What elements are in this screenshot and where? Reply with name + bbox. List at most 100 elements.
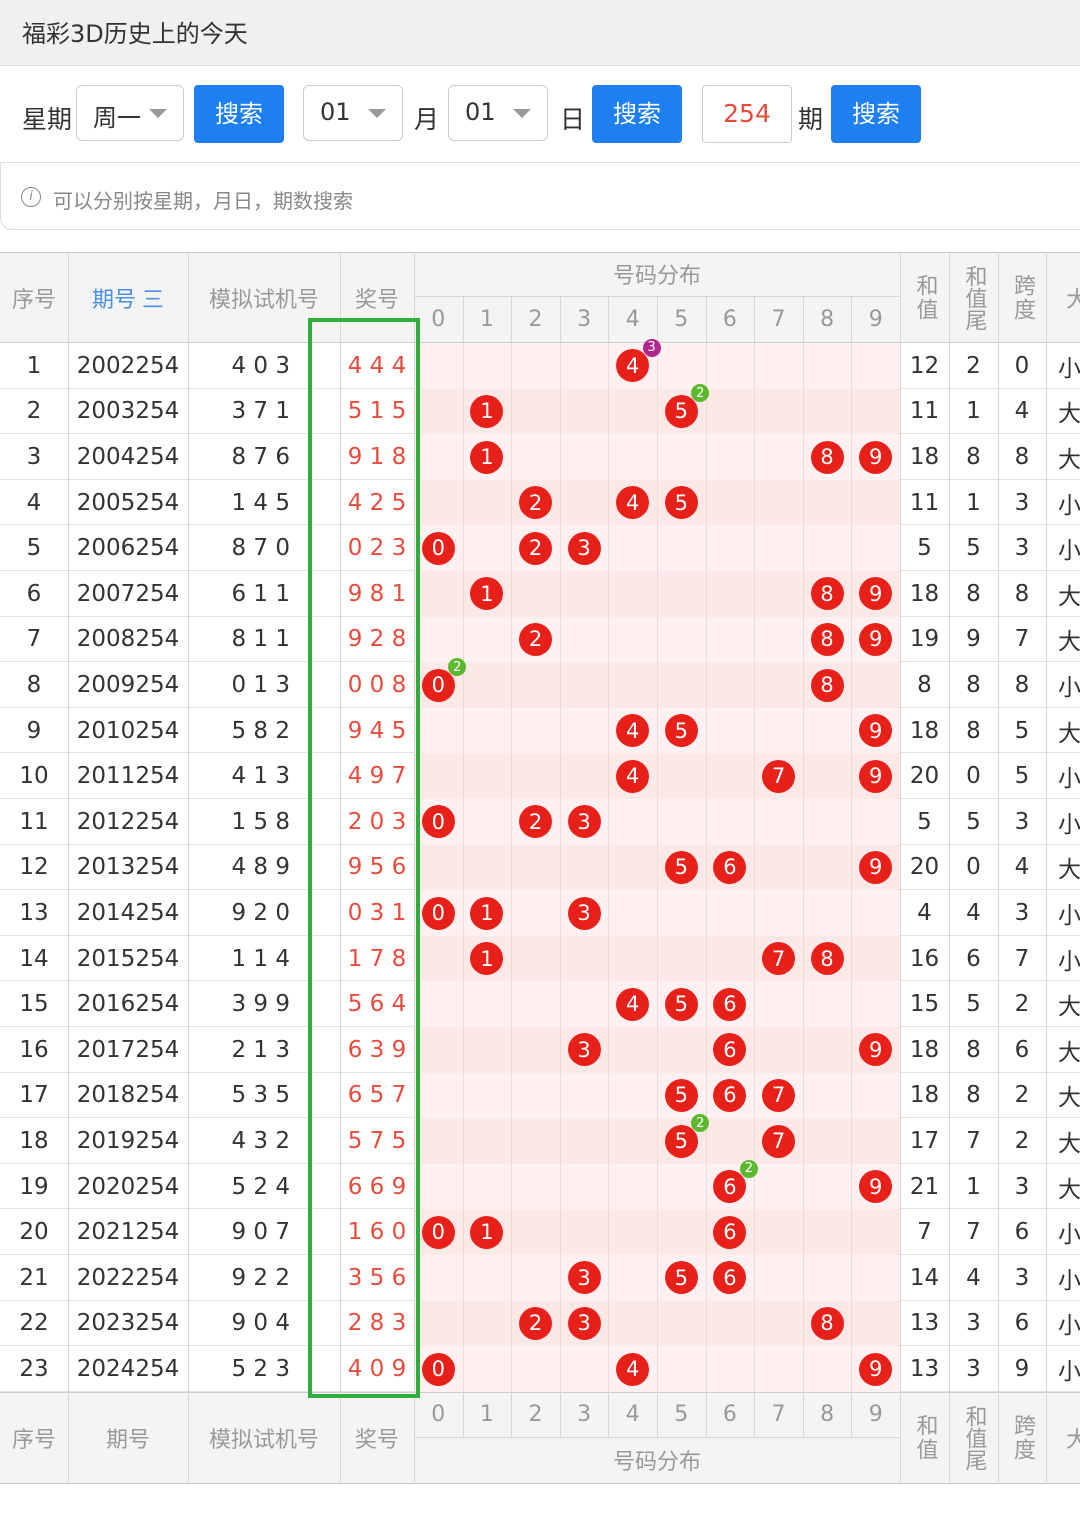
row-sim: 4 0 3	[231, 352, 290, 379]
digit-header: 6	[722, 307, 737, 332]
column-divider	[414, 252, 415, 1484]
row-sum-tail: 5	[966, 535, 981, 562]
dist-cell-bg	[608, 616, 657, 663]
row-issue: 2017254	[76, 1036, 180, 1063]
row-span: 2	[1014, 1127, 1030, 1154]
dist-cell-bg	[851, 1209, 900, 1255]
row-size: 大	[1058, 401, 1080, 428]
dist-cell-bg	[414, 1300, 463, 1347]
row-sim: 8 7 6	[231, 443, 290, 470]
dist-cell-bg	[559, 844, 609, 891]
number-ball: 6	[713, 987, 747, 1021]
number-ball: 5	[664, 850, 698, 884]
dist-cell-bg	[705, 434, 755, 480]
dist-cell-bg	[511, 981, 560, 1027]
row-size: 小	[1058, 538, 1080, 565]
dist-cell-bg	[754, 662, 803, 708]
dist-cell-bg	[608, 571, 657, 617]
row-award: 2 8 3	[347, 1310, 407, 1337]
dist-cell-bg	[511, 388, 560, 435]
sort-icon[interactable]: 三	[142, 282, 164, 314]
digit-header: 2	[528, 307, 543, 332]
dist-cell-bg	[851, 525, 900, 571]
dist-cell-bg	[462, 616, 512, 663]
row-index: 10	[19, 763, 49, 790]
dist-cell-bg	[462, 1300, 512, 1347]
dist-cell-bg	[462, 1118, 512, 1164]
row-index: 22	[19, 1310, 49, 1337]
row-issue: 2021254	[76, 1219, 180, 1246]
dist-cell-bg	[608, 525, 657, 571]
dist-cell-bg	[414, 1118, 463, 1164]
digit-header: 9	[868, 307, 883, 332]
dist-cell-bg	[608, 799, 657, 845]
row-sim: 5 8 2	[231, 717, 290, 744]
dist-cell-bg	[851, 935, 900, 982]
dist-cell-bg	[462, 479, 512, 526]
row-sim: 1 1 4	[231, 945, 290, 972]
dist-cell-bg	[705, 388, 755, 435]
foot-header-sum: 和值	[912, 1413, 938, 1462]
dist-cell-bg	[657, 799, 706, 845]
dist-cell-bg	[657, 662, 706, 708]
dist-divider	[851, 343, 853, 1392]
number-ball: 7	[762, 1078, 795, 1112]
dist-divider	[559, 343, 561, 1392]
row-issue: 2004254	[76, 443, 180, 470]
row-sum-tail: 8	[966, 580, 981, 607]
row-size: 大	[1058, 1039, 1080, 1066]
digit-footer: 5	[674, 1401, 689, 1427]
row-award: 6 3 9	[347, 1036, 407, 1063]
foot-header-distribution: 号码分布	[612, 1450, 701, 1476]
row-award: 9 1 8	[347, 443, 407, 470]
row-sum: 19	[909, 626, 940, 653]
dist-cell-bg	[705, 571, 755, 617]
dist-divider	[657, 343, 658, 1392]
dist-cell-bg	[608, 1163, 657, 1210]
col-header-issue[interactable]: 期号三	[68, 252, 188, 343]
row-span: 3	[1014, 489, 1030, 516]
row-span: 3	[1014, 899, 1030, 926]
col-header-span: 跨度	[1010, 273, 1035, 322]
row-award: 9 5 6	[347, 854, 407, 881]
col-header-distribution: 号码分布	[612, 264, 701, 289]
number-ball: 3	[567, 1033, 601, 1067]
dist-cell-bg	[559, 1346, 609, 1392]
dist-cell-bg	[657, 571, 706, 617]
row-sum: 20	[909, 854, 940, 881]
dist-cell-bg	[657, 434, 706, 480]
row-size: 大	[1058, 1085, 1080, 1112]
dist-cell-bg	[559, 1072, 609, 1119]
number-ball: 5	[664, 1261, 698, 1295]
repeat-count-badge: 2	[739, 1159, 758, 1178]
row-award: 5 1 5	[347, 398, 407, 425]
row-sim: 6 1 1	[231, 580, 290, 607]
digit-footer: 0	[431, 1401, 446, 1427]
dist-cell-bg	[754, 616, 803, 663]
dist-cell-bg	[559, 707, 609, 754]
row-size: 小	[1058, 1222, 1080, 1249]
dist-cell-bg	[414, 935, 463, 982]
dist-cell-bg	[414, 844, 463, 891]
row-span: 8	[1014, 671, 1030, 698]
row-span: 0	[1014, 352, 1030, 379]
foot-header-award: 奖号	[354, 1427, 399, 1453]
dist-cell-bg	[802, 388, 852, 435]
dist-cell-bg	[414, 616, 463, 663]
row-award: 1 6 0	[347, 1219, 407, 1246]
row-sum: 5	[917, 808, 932, 835]
row-size: 大	[1058, 720, 1080, 747]
row-index: 14	[19, 945, 49, 972]
dist-cell-bg	[511, 434, 560, 480]
row-index: 7	[26, 626, 42, 653]
dist-cell-bg	[462, 525, 512, 571]
number-ball: 9	[859, 1352, 893, 1386]
row-index: 16	[19, 1036, 49, 1063]
row-span: 3	[1014, 1173, 1030, 1200]
dist-cell-bg	[511, 935, 560, 982]
dist-cell-bg	[511, 707, 560, 754]
dist-cell-bg	[462, 753, 512, 799]
digit-header: 0	[431, 307, 446, 332]
row-award: 0 2 3	[347, 535, 407, 562]
row-index: 9	[26, 717, 42, 744]
